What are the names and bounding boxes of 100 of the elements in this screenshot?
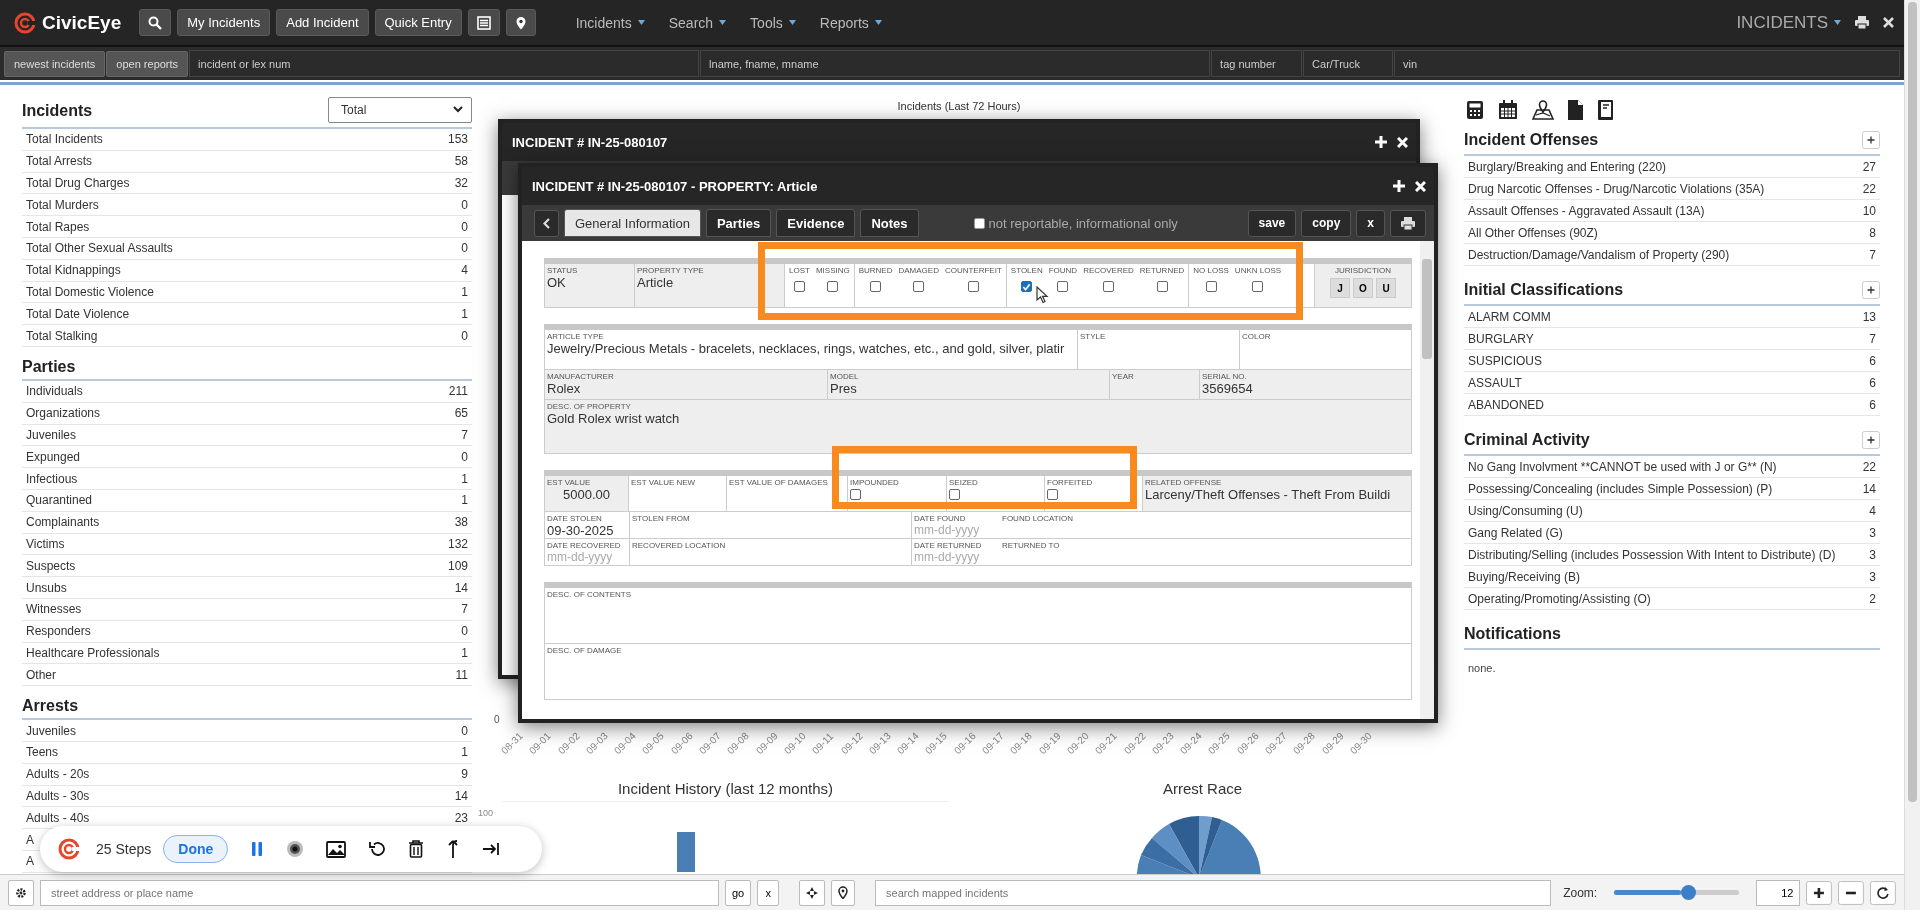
checkbox[interactable] <box>1021 281 1033 292</box>
stat-row[interactable]: Healthcare Professionals 1 <box>22 642 472 665</box>
calculator-icon[interactable] <box>1466 100 1484 120</box>
zoom-in-button[interactable] <box>1806 880 1833 905</box>
checkbox[interactable] <box>870 281 882 292</box>
stat-row[interactable]: Total Arrests 58 <box>22 150 472 173</box>
stat-row[interactable]: BURGLARY 7 <box>1464 328 1880 350</box>
toolbar-button[interactable]: My Incidents <box>177 9 271 36</box>
text-field[interactable]: Pres <box>830 381 1107 396</box>
menu-item[interactable]: Tools <box>750 14 796 31</box>
filter-button[interactable]: newest incidents <box>4 50 106 77</box>
text-field[interactable]: Larceny/Theft Offenses - Theft From Buildi <box>1145 487 1409 502</box>
map-pin-button[interactable] <box>831 879 856 906</box>
stat-row[interactable]: Total Date Violence 1 <box>22 303 472 326</box>
search-field[interactable]: Car/Truck <box>1303 50 1394 77</box>
stat-row[interactable]: ABANDONED 6 <box>1464 394 1880 416</box>
book-icon[interactable] <box>1597 100 1614 120</box>
stat-row[interactable]: Complainants 38 <box>22 511 472 534</box>
stat-row[interactable]: Unsubs 14 <box>22 577 472 599</box>
pause-button[interactable] <box>250 841 265 857</box>
stat-row[interactable]: Victims 132 <box>22 533 472 556</box>
print-icon[interactable] <box>1855 16 1869 29</box>
print-button[interactable] <box>1390 209 1426 237</box>
text-field[interactable]: 09-30-2025 <box>547 523 627 538</box>
add-button[interactable] <box>1862 281 1880 299</box>
stat-row[interactable]: Possessing/Concealing (includes Simple Possession) (P) 14 <box>1464 478 1880 500</box>
search-field[interactable]: vin <box>1394 50 1900 77</box>
toolbar-button[interactable]: Add Incident <box>276 9 369 36</box>
tab[interactable]: Notes <box>860 209 919 237</box>
tab[interactable]: General Information <box>564 209 701 237</box>
add-button[interactable] <box>1862 431 1880 449</box>
stat-row[interactable]: Total Other Sexual Assaults 0 <box>22 238 472 260</box>
checkbox[interactable] <box>1252 281 1264 292</box>
stat-row[interactable]: Gang Related (G) 3 <box>1464 522 1880 544</box>
calendar-icon[interactable] <box>1498 100 1518 120</box>
stat-row[interactable]: Individuals 211 <box>22 380 472 403</box>
search-field[interactable]: lname, fname, mname <box>700 50 1211 77</box>
checkbox[interactable] <box>827 281 839 292</box>
map-icon[interactable] <box>1532 100 1554 120</box>
jurisdiction-button[interactable]: O <box>1353 278 1373 298</box>
map-button[interactable]: go <box>725 879 752 906</box>
image-button[interactable] <box>326 840 347 858</box>
stat-row[interactable]: Quarantined 1 <box>22 489 472 512</box>
document-icon[interactable] <box>1568 100 1583 120</box>
refresh-button[interactable] <box>1870 880 1896 905</box>
address-field[interactable]: street address or place name <box>39 879 719 906</box>
undo-button[interactable] <box>368 840 387 858</box>
toolbar-button[interactable]: Quick Entry <box>374 9 462 36</box>
tab[interactable]: Evidence <box>776 209 856 237</box>
search-field[interactable]: tag number <box>1211 50 1303 77</box>
stat-row[interactable]: Adults - 30s 14 <box>22 785 472 808</box>
stat-row[interactable]: All Other Offenses (90Z) 8 <box>1464 222 1880 244</box>
text-field[interactable]: OK <box>547 275 632 290</box>
map-button[interactable]: x <box>757 879 780 906</box>
checkbox[interactable] <box>967 281 979 292</box>
text-field[interactable]: 3569654 <box>1202 381 1409 396</box>
stat-row[interactable]: Expunged 0 <box>22 446 472 469</box>
checkbox[interactable] <box>973 217 985 229</box>
stat-row[interactable]: Suspects 109 <box>22 555 472 578</box>
menu-item[interactable]: Reports <box>819 14 882 31</box>
action-button[interactable]: save <box>1247 209 1297 237</box>
trash-button[interactable] <box>408 840 425 858</box>
scrollbar[interactable] <box>1420 241 1434 719</box>
slider-thumb[interactable] <box>1680 885 1696 900</box>
stat-row[interactable]: Juveniles 7 <box>22 424 472 447</box>
text-field[interactable]: 5000.00 <box>547 487 626 502</box>
plus-icon[interactable] <box>1393 180 1405 192</box>
jurisdiction-button[interactable]: U <box>1376 278 1396 298</box>
plus-icon[interactable] <box>1375 136 1387 148</box>
stat-row[interactable]: Total Rapes 0 <box>22 216 472 238</box>
stat-row[interactable]: Using/Consuming (U) 4 <box>1464 500 1880 522</box>
pin-button[interactable] <box>505 9 536 36</box>
search-field[interactable]: incident or lex num <box>189 50 700 77</box>
stat-row[interactable]: ALARM COMM 13 <box>1464 306 1880 328</box>
stat-row[interactable]: Total Drug Charges 32 <box>22 172 472 195</box>
back-button[interactable] <box>534 209 559 237</box>
zoom-out-button[interactable] <box>1838 880 1865 905</box>
checkbox[interactable] <box>1156 281 1168 292</box>
stat-row[interactable]: ASSAULT 6 <box>1464 372 1880 394</box>
stat-row[interactable]: Other 11 <box>22 664 472 687</box>
stat-row[interactable]: Juveniles 0 <box>22 720 472 742</box>
settings-button[interactable] <box>8 879 34 906</box>
checkbox[interactable] <box>1103 281 1114 292</box>
stat-row[interactable]: Operating/Promoting/Assisting (O) 2 <box>1464 588 1880 610</box>
text-field[interactable]: Rolex <box>547 381 825 396</box>
stat-row[interactable]: Total Domestic Violence 1 <box>22 281 472 304</box>
stat-row[interactable]: Assault Offenses - Aggravated Assault (13A) 10 <box>1464 200 1880 222</box>
stat-row[interactable]: Teens 1 <box>22 741 472 764</box>
date-field[interactable]: mm-dd-yyyy <box>547 550 627 564</box>
checkbox[interactable] <box>913 281 925 292</box>
close-icon[interactable] <box>1883 17 1894 28</box>
menu-item[interactable]: Search <box>668 14 727 31</box>
stat-row[interactable]: Responders 0 <box>22 620 472 643</box>
filter-dropdown[interactable]: Total <box>328 96 472 123</box>
date-field[interactable]: mm-dd-yyyy <box>914 550 998 564</box>
checkbox[interactable] <box>1047 489 1058 500</box>
stat-row[interactable]: Destruction/Damage/Vandalism of Property (290) 7 <box>1464 244 1880 266</box>
action-button[interactable]: x <box>1356 209 1385 237</box>
stat-row[interactable]: Organizations 65 <box>22 402 472 425</box>
date-field[interactable]: mm-dd-yyyy <box>914 523 998 537</box>
